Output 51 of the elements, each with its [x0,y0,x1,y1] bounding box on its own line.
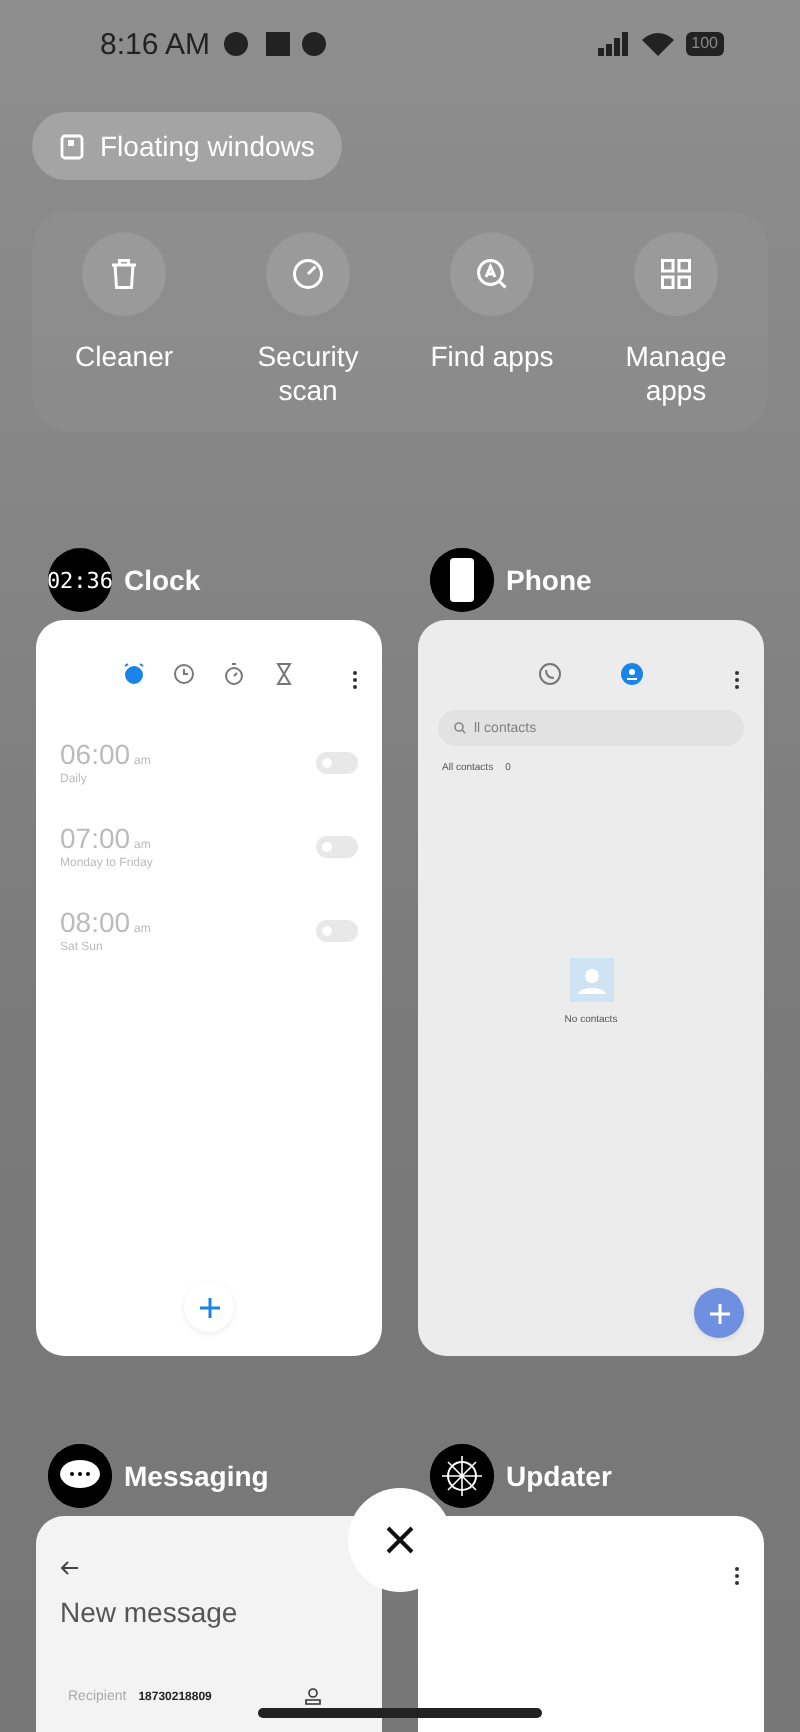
tab[interactable] [121,660,147,686]
stopwatch-icon [222,661,246,685]
tab[interactable] [537,660,563,686]
back-arrow-icon[interactable] [60,1560,80,1576]
more-icon[interactable] [352,670,358,690]
contact-placeholder-icon [569,958,613,1002]
more-icon[interactable] [734,670,740,690]
person-icon[interactable] [303,1688,322,1706]
plus-icon [197,1295,221,1319]
gauge-icon [290,256,326,292]
more-icon[interactable] [734,1566,740,1586]
signal-icon [597,32,630,56]
battery-icon: 100 [685,32,724,56]
trash-icon [106,256,142,292]
search-icon [474,256,510,292]
app-name: Messaging [124,1460,269,1492]
notification-icons [222,30,331,58]
alarm-clock-icon [122,661,146,685]
grid-icon [658,256,694,292]
alarm-time: 08:00 [60,906,131,938]
chat-bubble-icon[interactable] [48,1444,112,1508]
alarm-time: 07:00 [60,822,131,854]
app-name: Clock [124,564,201,596]
quick-action-button[interactable]: Cleaner [32,232,216,408]
close-icon [386,1526,414,1554]
ship-wheel-icon[interactable] [430,1444,494,1508]
quick-action-button[interactable]: Find apps [400,232,584,408]
add-button[interactable] [694,1288,744,1338]
tab[interactable] [619,660,645,686]
wifi-icon [641,32,674,56]
screen-title: New message [60,1596,240,1628]
app-name: Updater [506,1460,612,1492]
window-icon [60,133,84,159]
tab[interactable] [171,660,197,686]
clock-app-icon[interactable]: 02:36 [48,548,112,612]
quick-action-button[interactable]: Security scan [216,232,400,408]
smartphone-icon[interactable] [430,548,494,612]
alarm-time: 06:00 [60,738,131,770]
plus-icon [707,1301,731,1325]
phone-call-icon [538,661,562,685]
contact-icon [620,661,644,685]
hourglass-icon [272,661,296,685]
quick-action-button[interactable]: Manage apps [584,232,768,408]
floating-windows-button[interactable]: Floating windows [32,112,343,180]
tab[interactable] [221,660,247,686]
tab[interactable] [271,660,297,686]
search-icon [454,722,466,734]
status-time: 8:16 AM [100,27,211,61]
clock-icon [172,661,196,685]
app-name: Phone [506,564,592,596]
add-button[interactable] [184,1282,234,1332]
